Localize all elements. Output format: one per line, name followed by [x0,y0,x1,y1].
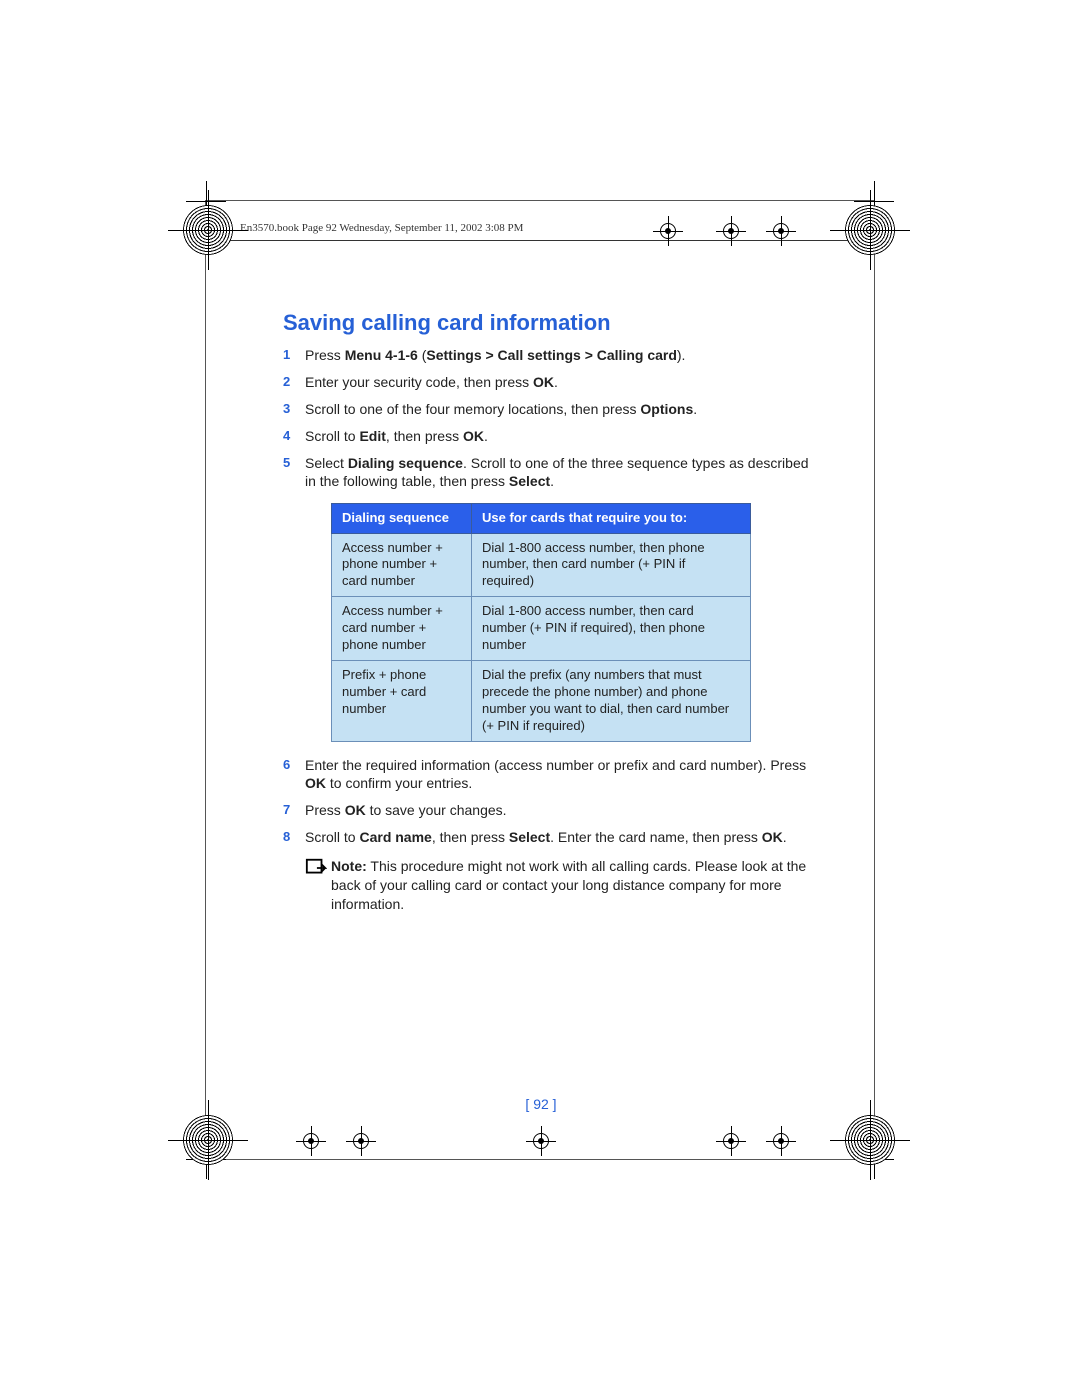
registration-mark-icon [530,1130,552,1152]
registration-mark-icon [845,205,895,255]
step-list: 1Press Menu 4-1-6 (Settings > Call setti… [283,346,813,491]
table-cell: Dial 1-800 access number, then card numb… [472,597,751,661]
step-text: Press Menu 4-1-6 (Settings > Call settin… [305,346,685,365]
step-text: Scroll to Card name, then press Select. … [305,828,787,847]
step-item: 5Select Dialing sequence. Scroll to one … [283,454,813,492]
table-cell: Prefix + phone number + card number [332,660,472,741]
step-number: 5 [283,454,305,492]
dialing-sequence-table: Dialing sequence Use for cards that requ… [331,503,751,741]
table-cell: Access number + phone number + card numb… [332,533,472,597]
step-text: Press OK to save your changes. [305,801,507,820]
table-cell: Access number + card number + phone numb… [332,597,472,661]
step-item: 7Press OK to save your changes. [283,801,813,820]
registration-mark-icon [183,1115,233,1165]
step-number: 7 [283,801,305,820]
table-row: Prefix + phone number + card numberDial … [332,660,751,741]
registration-mark-icon [720,1130,742,1152]
step-text: Scroll to one of the four memory locatio… [305,400,697,419]
table-row: Access number + phone number + card numb… [332,533,751,597]
registration-mark-icon [350,1130,372,1152]
step-text: Select Dialing sequence. Scroll to one o… [305,454,813,492]
note-block: Note: This procedure might not work with… [305,857,813,914]
step-number: 1 [283,346,305,365]
step-number: 3 [283,400,305,419]
step-item: 3Scroll to one of the four memory locati… [283,400,813,419]
step-item: 1Press Menu 4-1-6 (Settings > Call setti… [283,346,813,365]
step-item: 4Scroll to Edit, then press OK. [283,427,813,446]
section-title: Saving calling card information [283,310,813,336]
page-number: [ 92 ] [206,1096,876,1112]
table-header: Dialing sequence [332,504,472,533]
registration-mark-icon [845,1115,895,1165]
table-cell: Dial 1-800 access number, then phone num… [472,533,751,597]
step-text: Scroll to Edit, then press OK. [305,427,488,446]
step-item: 6Enter the required information (access … [283,756,813,794]
registration-mark-icon [300,1130,322,1152]
step-item: 2Enter your security code, then press OK… [283,373,813,392]
registration-mark-icon [720,220,742,242]
step-number: 4 [283,427,305,446]
step-number: 2 [283,373,305,392]
note-text: Note: This procedure might not work with… [331,857,813,914]
page-content: Saving calling card information 1Press M… [283,310,813,914]
registration-mark-icon [770,220,792,242]
step-number: 8 [283,828,305,847]
note-icon [305,857,331,914]
registration-mark-icon [770,1130,792,1152]
step-text: Enter your security code, then press OK. [305,373,558,392]
step-item: 8Scroll to Card name, then press Select.… [283,828,813,847]
registration-mark-icon [657,220,679,242]
step-number: 6 [283,756,305,794]
registration-mark-icon [183,205,233,255]
table-header: Use for cards that require you to: [472,504,751,533]
table-row: Access number + card number + phone numb… [332,597,751,661]
step-text: Enter the required information (access n… [305,756,813,794]
table-cell: Dial the prefix (any numbers that must p… [472,660,751,741]
step-list: 6Enter the required information (access … [283,756,813,848]
